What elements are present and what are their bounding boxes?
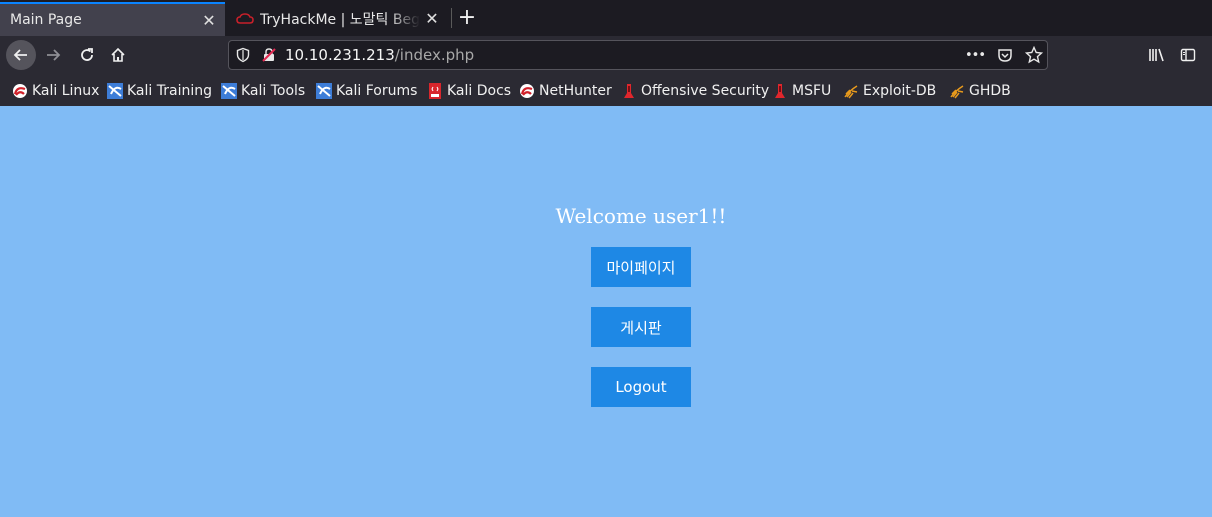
exploitdb-icon	[950, 85, 964, 99]
shield-icon[interactable]	[235, 47, 251, 63]
bookmark-label: Kali Docs	[447, 83, 512, 99]
bookmark-kali-linux[interactable]: Kali Linux	[12, 81, 99, 101]
pocket-icon[interactable]	[997, 47, 1013, 63]
bookmark-kali-training[interactable]: Kali Training	[107, 81, 212, 101]
bookmark-kali-docs[interactable]: Kali Docs	[427, 81, 511, 101]
mypage-button[interactable]: 마이페이지	[591, 247, 691, 287]
bookmark-label: NetHunter	[539, 83, 612, 99]
bookmark-label: Exploit-DB	[863, 83, 937, 99]
bookmark-label: MSFU	[792, 83, 832, 99]
board-button[interactable]: 게시판	[591, 307, 691, 347]
bookmark-nethunter[interactable]: NetHunter	[519, 81, 612, 101]
back-button[interactable]	[6, 40, 36, 70]
bookmark-kali-tools[interactable]: Kali Tools	[221, 81, 305, 101]
bookmark-msfu[interactable]: MSFU	[772, 81, 831, 101]
reload-icon	[81, 48, 93, 61]
bookmark-label: Kali Training	[127, 83, 212, 99]
tab-title: Main Page	[10, 12, 82, 28]
logout-button[interactable]: Logout	[591, 367, 691, 407]
tab-main-page[interactable]: Main Page ✕	[0, 2, 225, 36]
sidebar-button[interactable]	[1173, 40, 1203, 70]
tab-strip: Main Page ✕ TryHackMe | 노말틱 Beginner ✕ +	[0, 0, 1212, 36]
library-icon	[1149, 48, 1164, 62]
navigation-toolbar: 10.10.231.213/index.php •••	[0, 36, 1212, 74]
exploitdb-icon	[844, 85, 858, 99]
address-bar[interactable]: 10.10.231.213/index.php •••	[228, 40, 1048, 70]
page-actions-menu-icon[interactable]: •••	[965, 48, 986, 63]
tryhackme-cloud-icon	[236, 12, 254, 24]
offsec-icon	[775, 84, 785, 98]
close-tab-icon[interactable]: ✕	[197, 11, 221, 30]
insecure-lock-icon[interactable]	[261, 47, 277, 63]
url-path: /index.php	[394, 46, 475, 64]
bookmark-label: Offensive Security	[641, 83, 770, 99]
kali-dragon-icon	[107, 83, 123, 99]
bookmark-label: GHDB	[969, 83, 1011, 99]
tab-divider	[451, 8, 452, 28]
offsec-icon	[624, 84, 634, 98]
sidebar-icon	[1180, 48, 1196, 62]
home-button[interactable]	[103, 40, 133, 70]
kali-dragon-icon	[316, 83, 332, 99]
reload-button[interactable]	[72, 40, 102, 70]
bookmark-star-icon[interactable]	[1025, 46, 1043, 64]
bookmark-kali-forums[interactable]: Kali Forums	[316, 81, 417, 101]
bookmark-ghdb[interactable]: GHDB	[949, 81, 1011, 101]
kali-icon	[13, 84, 27, 98]
bookmark-label: Kali Tools	[241, 83, 306, 99]
bookmark-offensive-security[interactable]: Offensive Security	[621, 81, 769, 101]
tab-tryhackme[interactable]: TryHackMe | 노말틱 Beginner ✕	[228, 2, 448, 35]
tab-title: TryHackMe | 노말틱 Beginner	[260, 11, 420, 28]
arrow-left-icon	[13, 49, 27, 61]
bookmark-label: Kali Linux	[32, 83, 100, 99]
home-icon	[111, 47, 125, 62]
kali-dragon-icon	[221, 83, 237, 99]
bookmarks-toolbar: Kali Linux Kali Training Kali Tools Kali…	[0, 74, 1212, 106]
close-tab-icon[interactable]: ✕	[420, 9, 444, 28]
bookmark-exploit-db[interactable]: Exploit-DB	[843, 81, 936, 101]
url-host: 10.10.231.213	[285, 46, 395, 64]
welcome-message: Welcome user1!!	[555, 204, 727, 228]
url-text: 10.10.231.213/index.php	[285, 46, 474, 64]
library-button[interactable]	[1142, 40, 1172, 70]
forward-button[interactable]	[38, 40, 68, 70]
page-content: Welcome user1!! 마이페이지 게시판 Logout	[0, 106, 1212, 517]
url-actions: •••	[965, 41, 1043, 69]
kali-icon	[520, 84, 534, 98]
bookmark-label: Kali Forums	[336, 83, 418, 99]
new-tab-button[interactable]: +	[455, 5, 479, 31]
kali-docs-icon	[429, 83, 441, 99]
arrow-right-icon	[47, 49, 61, 61]
